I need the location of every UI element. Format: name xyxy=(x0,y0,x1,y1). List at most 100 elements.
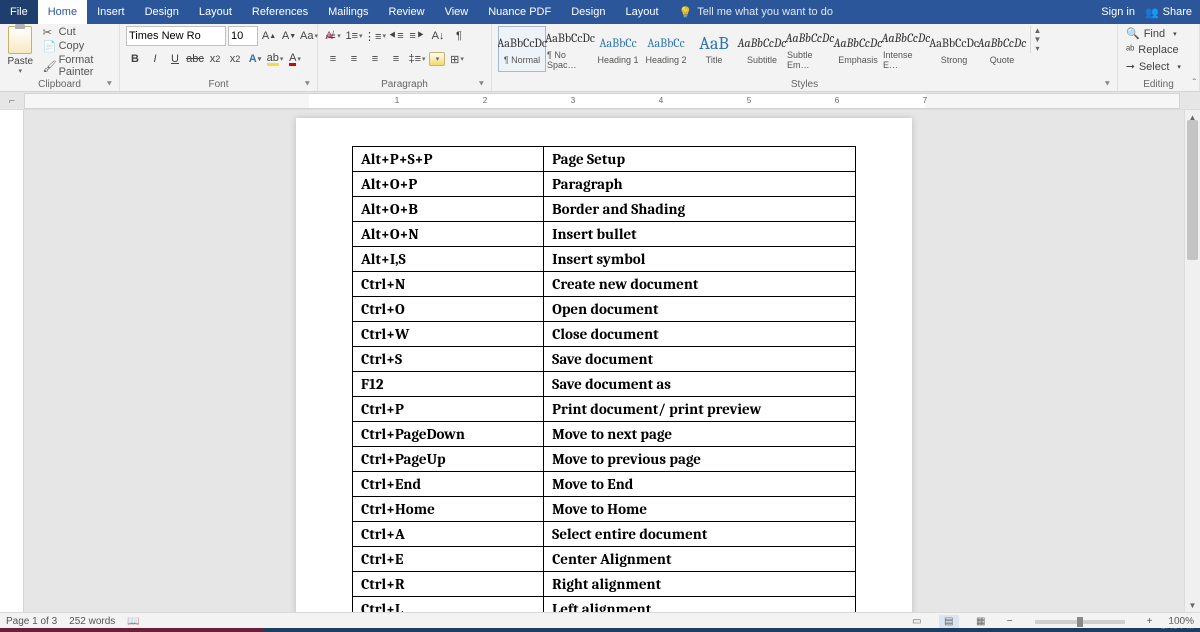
table-cell[interactable]: Print document/ print preview xyxy=(544,397,856,422)
table-cell[interactable]: Ctrl+PageUp xyxy=(353,447,544,472)
zoom-out-button[interactable]: − xyxy=(1003,616,1017,627)
scroll-thumb[interactable] xyxy=(1187,120,1198,260)
table-cell[interactable]: Alt+O+B xyxy=(353,197,544,222)
justify-button[interactable]: ≡ xyxy=(387,49,405,69)
align-center-button[interactable]: ≡ xyxy=(345,49,363,69)
borders-button[interactable]: ⊞ xyxy=(448,49,466,69)
table-cell[interactable]: Select entire document xyxy=(544,522,856,547)
underline-button[interactable]: U xyxy=(166,49,184,69)
menu-tab-layout[interactable]: Layout xyxy=(189,0,242,24)
grow-font-button[interactable]: A▲ xyxy=(260,26,278,46)
print-layout-button[interactable]: ▤ xyxy=(939,615,959,629)
table-cell[interactable]: Move to Home xyxy=(544,497,856,522)
table-cell[interactable]: Ctrl+E xyxy=(353,547,544,572)
style-subtle-em-[interactable]: AaBbCcDcSubtle Em… xyxy=(786,26,834,72)
zoom-knob[interactable] xyxy=(1077,617,1083,627)
styles-more-button[interactable]: ▾ xyxy=(1031,44,1044,53)
copy-button[interactable]: 📄Copy xyxy=(43,40,113,52)
font-launcher-icon[interactable]: ⯆ xyxy=(304,79,311,90)
select-button[interactable]: ⭢Select▾ xyxy=(1124,59,1183,74)
menu-tab-design[interactable]: Design xyxy=(135,0,189,24)
font-name-select[interactable] xyxy=(126,26,226,46)
table-cell[interactable]: Right alignment xyxy=(544,572,856,597)
menu-tab-view[interactable]: View xyxy=(435,0,479,24)
bold-button[interactable]: B xyxy=(126,49,144,69)
style--normal[interactable]: AaBbCcDc¶ Normal xyxy=(498,26,546,72)
format-painter-button[interactable]: 🖌Format Painter xyxy=(43,54,113,78)
shrink-font-button[interactable]: A▼ xyxy=(280,26,298,46)
menu-tab-layout[interactable]: Layout xyxy=(615,0,668,24)
document-scroll[interactable]: Alt+P+S+PPage SetupAlt+O+PParagraphAlt+O… xyxy=(24,110,1184,612)
table-cell[interactable]: Close document xyxy=(544,322,856,347)
sort-button[interactable]: A↓ xyxy=(429,26,447,46)
table-cell[interactable]: Move to next page xyxy=(544,422,856,447)
bullets-button[interactable]: ≔ xyxy=(324,26,342,46)
table-cell[interactable]: Ctrl+Home xyxy=(353,497,544,522)
increase-indent-button[interactable]: ≡⯈ xyxy=(408,26,426,46)
table-cell[interactable]: Ctrl+End xyxy=(353,472,544,497)
table-cell[interactable]: Alt+I,S xyxy=(353,247,544,272)
subscript-button[interactable]: x2 xyxy=(206,49,224,69)
table-cell[interactable]: Ctrl+P xyxy=(353,397,544,422)
menu-tab-insert[interactable]: Insert xyxy=(87,0,135,24)
page[interactable]: Alt+P+S+PPage SetupAlt+O+PParagraphAlt+O… xyxy=(296,118,912,612)
table-cell[interactable]: Alt+O+N xyxy=(353,222,544,247)
table-cell[interactable]: Alt+O+P xyxy=(353,172,544,197)
vertical-scrollbar[interactable]: ▲ ▼ xyxy=(1184,110,1200,612)
paragraph-launcher-icon[interactable]: ⯆ xyxy=(478,79,485,90)
horizontal-ruler[interactable]: 1234567 xyxy=(24,93,1180,109)
change-case-button[interactable]: Aa xyxy=(300,26,318,46)
menu-tab-design[interactable]: Design xyxy=(561,0,615,24)
menu-tab-review[interactable]: Review xyxy=(379,0,435,24)
menu-tab-nuance-pdf[interactable]: Nuance PDF xyxy=(478,0,561,24)
shading-button[interactable] xyxy=(429,52,445,66)
sign-in-link[interactable]: Sign in xyxy=(1101,6,1135,18)
read-mode-button[interactable]: ▭ xyxy=(907,615,927,629)
clipboard-launcher-icon[interactable]: ⯆ xyxy=(106,79,113,90)
menu-tab-file[interactable]: File xyxy=(0,0,38,24)
table-cell[interactable]: Save document xyxy=(544,347,856,372)
style-quote[interactable]: AaBbCcDcQuote xyxy=(978,26,1026,72)
text-effects-button[interactable]: A xyxy=(246,49,264,69)
font-size-select[interactable] xyxy=(228,26,258,46)
zoom-slider[interactable] xyxy=(1035,620,1125,624)
word-count[interactable]: 252 words xyxy=(69,616,115,627)
style-heading-2[interactable]: AaBbCcHeading 2 xyxy=(642,26,690,72)
style-title[interactable]: AaBTitle xyxy=(690,26,738,72)
style-intense-e-[interactable]: AaBbCcDcIntense E… xyxy=(882,26,930,72)
font-color-button[interactable]: A xyxy=(286,49,304,69)
table-cell[interactable]: Ctrl+A xyxy=(353,522,544,547)
strikethrough-button[interactable]: abc xyxy=(186,49,204,69)
table-cell[interactable]: Left alignment xyxy=(544,597,856,613)
superscript-button[interactable]: x2 xyxy=(226,49,244,69)
table-cell[interactable]: Alt+P+S+P xyxy=(353,147,544,172)
style-emphasis[interactable]: AaBbCcDcEmphasis xyxy=(834,26,882,72)
table-cell[interactable]: Ctrl+S xyxy=(353,347,544,372)
scroll-down-button[interactable]: ▼ xyxy=(1185,598,1200,612)
find-button[interactable]: 🔍Find▾ xyxy=(1124,26,1183,41)
numbering-button[interactable]: 1≡ xyxy=(345,26,363,46)
line-spacing-button[interactable]: ‡≡ xyxy=(408,49,426,69)
table-cell[interactable]: Ctrl+R xyxy=(353,572,544,597)
menu-tab-mailings[interactable]: Mailings xyxy=(318,0,378,24)
align-left-button[interactable]: ≡ xyxy=(324,49,342,69)
table-cell[interactable]: Insert bullet xyxy=(544,222,856,247)
share-button[interactable]: 👥 Share xyxy=(1145,6,1192,19)
table-cell[interactable]: Save document as xyxy=(544,372,856,397)
style-strong[interactable]: AaBbCcDcStrong xyxy=(930,26,978,72)
multilevel-button[interactable]: ⋮≡ xyxy=(366,26,384,46)
replace-button[interactable]: ᵃᵇReplace xyxy=(1124,43,1183,57)
align-right-button[interactable]: ≡ xyxy=(366,49,384,69)
table-cell[interactable]: Ctrl+N xyxy=(353,272,544,297)
zoom-in-button[interactable]: + xyxy=(1143,616,1157,627)
styles-scroll-up[interactable]: ▲ xyxy=(1031,26,1044,35)
table-cell[interactable]: Paragraph xyxy=(544,172,856,197)
collapse-ribbon-button[interactable]: ˆ xyxy=(1193,78,1196,89)
table-cell[interactable]: Create new document xyxy=(544,272,856,297)
table-cell[interactable]: Border and Shading xyxy=(544,197,856,222)
table-cell[interactable]: Move to End xyxy=(544,472,856,497)
page-indicator[interactable]: Page 1 of 3 xyxy=(6,616,57,627)
italic-button[interactable]: I xyxy=(146,49,164,69)
table-cell[interactable]: Page Setup xyxy=(544,147,856,172)
web-layout-button[interactable]: ▦ xyxy=(971,615,991,629)
